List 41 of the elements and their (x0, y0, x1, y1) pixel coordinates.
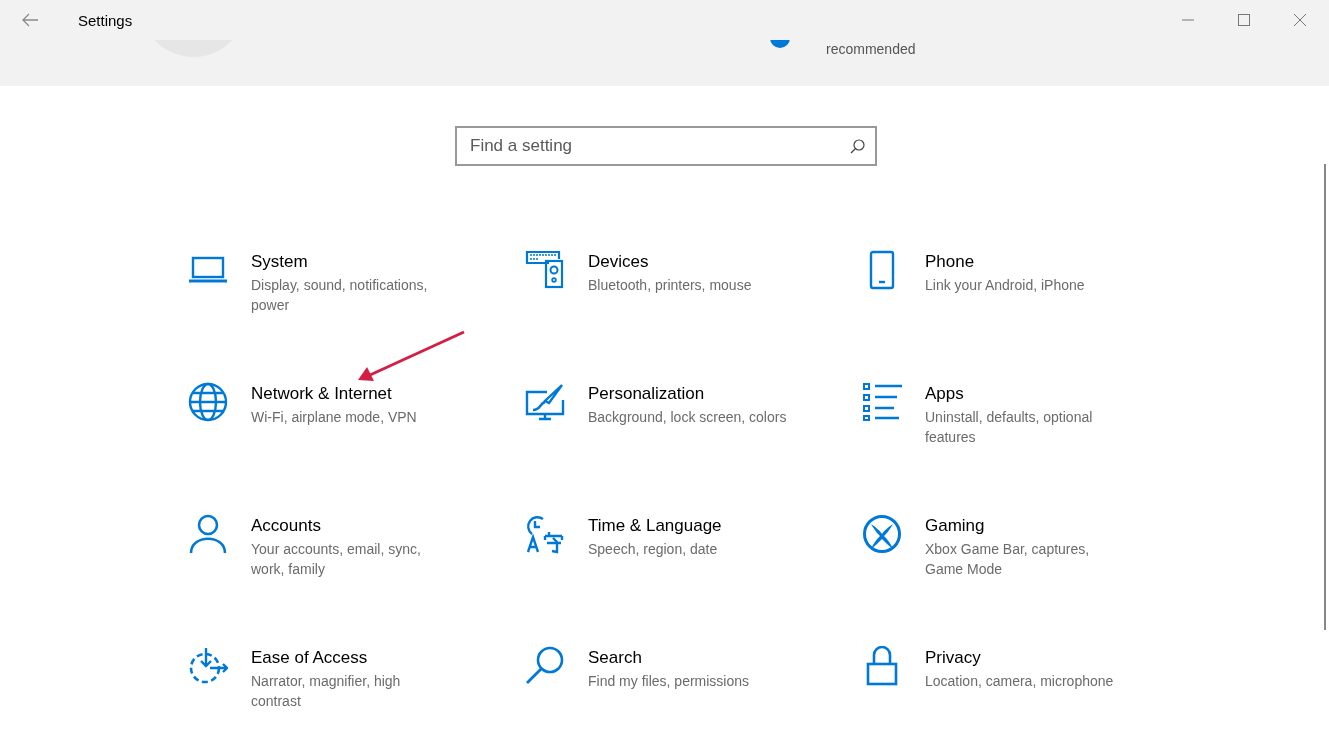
category-description: Bluetooth, printers, mouse (588, 276, 752, 295)
category-description: Narrator, magnifier, high contrast (251, 672, 402, 711)
status-text: recommended (826, 41, 916, 57)
category-description: Xbox Game Bar, captures, Game Mode (925, 540, 1091, 579)
category-description: Background, lock screen, colors (588, 408, 787, 427)
monitor-brush-icon[interactable] (525, 382, 565, 422)
category-title[interactable]: Apps (925, 382, 964, 406)
category-title[interactable]: System (251, 250, 308, 274)
category-title[interactable]: Time & Language (588, 514, 722, 538)
category-title[interactable]: Search (588, 646, 642, 670)
x-circle-icon[interactable] (862, 514, 902, 554)
close-icon[interactable] (1294, 14, 1306, 26)
window-title: Settings (78, 11, 133, 29)
globe-icon[interactable] (188, 382, 228, 422)
category-title[interactable]: Phone (925, 250, 975, 274)
category-description: Find my files, permissions (588, 672, 750, 691)
category-description: Speech, region, date (588, 540, 719, 559)
person-icon[interactable] (188, 514, 228, 554)
keyboard-speaker-icon[interactable] (525, 250, 565, 290)
category-description: Location, camera, microphone (925, 672, 1114, 691)
clock-letters-icon[interactable] (525, 514, 565, 554)
dashed-circle-arrow-icon[interactable] (188, 646, 228, 686)
category-title[interactable]: Privacy (925, 646, 981, 670)
category-title[interactable]: Network & Internet (251, 382, 392, 406)
category-description: Wi-Fi, airplane mode, VPN (251, 408, 417, 427)
category-title[interactable]: Accounts (251, 514, 321, 538)
search-field[interactable]: Find a setting (455, 126, 877, 166)
category-title[interactable]: Ease of Access (251, 646, 368, 670)
back-arrow-icon[interactable] (22, 13, 38, 27)
category-description: Display, sound, notifications, power (251, 276, 429, 315)
category-description: Your accounts, email, sync, work, family (251, 540, 422, 579)
search-input[interactable]: Find a setting (470, 136, 850, 156)
category-title[interactable]: Personalization (588, 382, 705, 406)
category-description: Uninstall, defaults, optional features (925, 408, 1094, 447)
maximize-icon[interactable] (1238, 14, 1250, 26)
list-icon[interactable] (862, 382, 902, 422)
category-title[interactable]: Devices (588, 250, 649, 274)
category-title[interactable]: Gaming (925, 514, 985, 538)
category-description: Link your Android, iPhone (925, 276, 1085, 295)
search-icon (850, 138, 865, 154)
search-icon[interactable] (525, 646, 565, 686)
